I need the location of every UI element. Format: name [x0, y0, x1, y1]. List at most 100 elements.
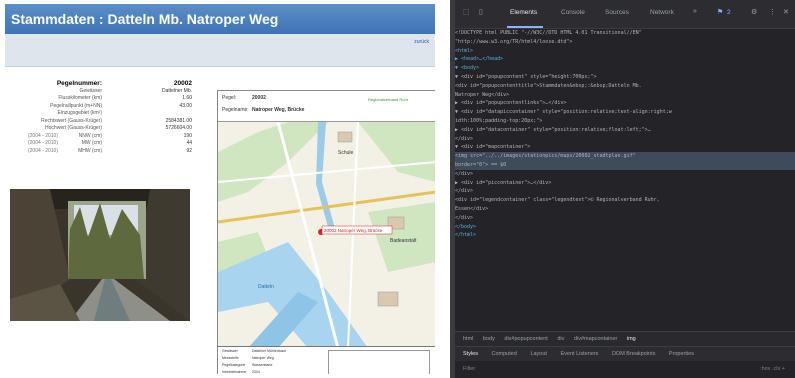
tab-sources[interactable]: Sources — [605, 9, 629, 16]
legend-value: 2004 — [252, 370, 260, 374]
dom-line[interactable]: idth:100%;padding-top:20px;"> — [455, 117, 795, 126]
tunnel-photo-image — [10, 189, 190, 321]
dom-line-selected[interactable]: <img src="../../images/stationpics/maps/… — [455, 152, 795, 161]
map-header: Pegel: 20002 Pegelname: Natroper Weg, Br… — [218, 91, 435, 122]
map-name-label: Pegelname: — [222, 107, 249, 113]
dom-line[interactable]: <!DOCTYPE html PUBLIC "-//W3C//DTD HTML … — [455, 29, 795, 38]
dom-line[interactable]: ▶ <div id="piccontainer">…</div> — [455, 179, 795, 188]
map-pegel-label: Pegel: — [222, 95, 237, 101]
dom-line[interactable]: Essen</div> — [455, 205, 795, 214]
gear-icon[interactable]: ⚙ — [751, 8, 757, 16]
tab-elements[interactable]: Elements — [510, 9, 537, 16]
data-row: Einzugsgebiet (km²) — [10, 110, 210, 118]
popup-content: Stammdaten : Datteln Mb. Natroper Weg zu… — [5, 4, 435, 374]
tab-event-listeners[interactable]: Event Listeners — [560, 351, 598, 357]
range-period: (2004 - 2010) — [27, 132, 58, 139]
dom-line[interactable]: </div> — [455, 135, 795, 144]
dom-line[interactable]: ▶ <div id="popupcontentlinks">…</div> — [455, 99, 795, 108]
styles-filter-options[interactable]: :hov .cls + — [760, 361, 785, 378]
row-label: Pegelnullpunkt (m+NN) — [50, 102, 102, 109]
dom-line[interactable]: ▼ <div id="datapiccontainer" style="posi… — [455, 108, 795, 117]
dom-line[interactable]: </div> — [455, 170, 795, 179]
dom-line[interactable]: ▶ <div id="datacontainer" style="positio… — [455, 126, 795, 135]
range-period: (2004 - 2010) — [27, 140, 58, 146]
station-number-value: 20002 — [173, 80, 192, 87]
more-tabs-icon[interactable]: » — [693, 8, 697, 15]
map-marker-label: 20002 Natroper Weg, Brücke — [324, 228, 383, 233]
issues-badge[interactable]: 2 — [727, 9, 731, 16]
styles-filter-bar: Filter :hov .cls + — [455, 361, 795, 378]
dom-line[interactable]: "http://www.w3.org/TR/html4/loose.dtd"> — [455, 38, 795, 47]
devtools-panel: ⬚ ▯ Elements Console Sources Network » ⚑… — [455, 0, 795, 378]
dom-line[interactable]: </html> — [455, 231, 795, 240]
legend-value: Dattelner Mühlenbach — [252, 349, 287, 353]
row-value: 5726604.00 — [165, 125, 192, 131]
row-label: Rechtswert (Gauss-Krüger) — [41, 117, 102, 124]
row-label: Einzugsgebiet (km²) — [57, 110, 102, 116]
breadcrumb-item[interactable]: body — [483, 336, 495, 342]
range-row: (2004 - 2010) MHW (cm) 92 — [10, 148, 210, 156]
row-value: 1.60 — [182, 95, 192, 101]
breadcrumb-item[interactable]: div#popupcontent — [504, 336, 547, 342]
data-row: Gewässer Dattelner Mb. — [10, 88, 210, 96]
device-toolbar-icon[interactable]: ▯ — [479, 8, 483, 16]
map-label-datteln: Datteln — [258, 284, 274, 290]
styles-filter-input[interactable]: Filter — [463, 366, 475, 372]
range-row: (2004 - 2010) NNW (cm) 190 — [10, 133, 210, 141]
tab-network[interactable]: Network — [650, 9, 674, 16]
map-name-value: Natroper Weg, Brücke — [252, 107, 305, 113]
dom-tree[interactable]: <!DOCTYPE html PUBLIC "-//W3C//DTD HTML … — [455, 29, 795, 329]
breadcrumb-item-active[interactable]: img — [627, 336, 636, 342]
dom-line[interactable]: ▶ <head>…</head> — [455, 55, 795, 64]
data-row: Hochwert (Gauss-Krüger) 5726604.00 — [10, 125, 210, 133]
inspect-element-icon[interactable]: ⬚ — [463, 8, 470, 16]
links-bar: zurück — [5, 34, 435, 67]
map-pegel-value: 20002 — [252, 95, 266, 101]
tab-dom-breakpoints[interactable]: DOM Breakpoints — [612, 351, 655, 357]
close-icon[interactable]: ✕ — [783, 8, 789, 16]
station-photo — [10, 189, 190, 321]
tab-layout[interactable]: Layout — [530, 351, 547, 357]
back-link[interactable]: zurück — [414, 39, 429, 45]
breadcrumb-item[interactable]: html — [463, 336, 473, 342]
dom-line[interactable]: </div> — [455, 214, 795, 223]
legend-value: Natroper Weg — [252, 356, 274, 360]
dom-line[interactable]: ▼ <div id="mapcontainer"> — [455, 143, 795, 152]
dom-line[interactable]: </div> — [455, 187, 795, 196]
breadcrumb-item[interactable]: div — [557, 336, 564, 342]
tab-properties[interactable]: Properties — [669, 351, 694, 357]
dom-line[interactable]: <html> — [455, 47, 795, 56]
row-label: Hochwert (Gauss-Krüger) — [45, 125, 102, 131]
range-label: NNW (cm) — [78, 132, 102, 139]
station-number-row: Pegelnummer: 20002 — [10, 80, 210, 88]
more-options-icon[interactable]: ⋮ — [769, 8, 776, 16]
dom-line-selected[interactable]: border="0"> == $0 — [455, 160, 795, 170]
row-value — [102, 110, 192, 118]
legend-key: Pegelkategorie — [222, 363, 246, 367]
dom-line[interactable]: <div id="legendcontainer" class="legendt… — [455, 196, 795, 205]
tab-console[interactable]: Console — [561, 9, 585, 16]
legend-key: Gewässer — [222, 349, 238, 353]
dom-line[interactable]: ▼ <div id="popupcontent" style="height:7… — [455, 73, 795, 82]
tab-computed[interactable]: Computed — [492, 351, 517, 357]
range-period: (2004 - 2010) — [27, 147, 58, 154]
range-value: 190 — [183, 132, 192, 139]
styles-pane-tabs: Styles Computed Layout Event Listeners D… — [455, 346, 795, 361]
legend-key: Messstelle — [222, 356, 239, 360]
dom-line[interactable]: Natroper Weg</div> — [455, 91, 795, 100]
tab-styles[interactable]: Styles — [463, 351, 478, 357]
breadcrumb-item[interactable]: div#mapcontainer — [574, 336, 617, 342]
row-label: Flusskilometer (km) — [58, 95, 102, 101]
range-value: 44 — [186, 140, 192, 146]
page-title: Stammdaten : Datteln Mb. Natroper Weg — [5, 4, 435, 34]
row-value: 43.00 — [179, 102, 192, 109]
issues-icon[interactable]: ⚑ — [717, 8, 723, 16]
dom-line[interactable]: </body> — [455, 223, 795, 232]
map-label-badeanstalt: Badeanstalt — [390, 238, 417, 244]
range-value: 92 — [186, 147, 192, 154]
dom-line[interactable]: <div id="popupcontenttitle">Stammdaten&n… — [455, 82, 795, 91]
legend-box — [328, 350, 430, 374]
data-row: Flusskilometer (km) 1.60 — [10, 95, 210, 103]
row-value: 2584381.00 — [165, 117, 192, 124]
dom-line[interactable]: ▼ <body> — [455, 64, 795, 73]
